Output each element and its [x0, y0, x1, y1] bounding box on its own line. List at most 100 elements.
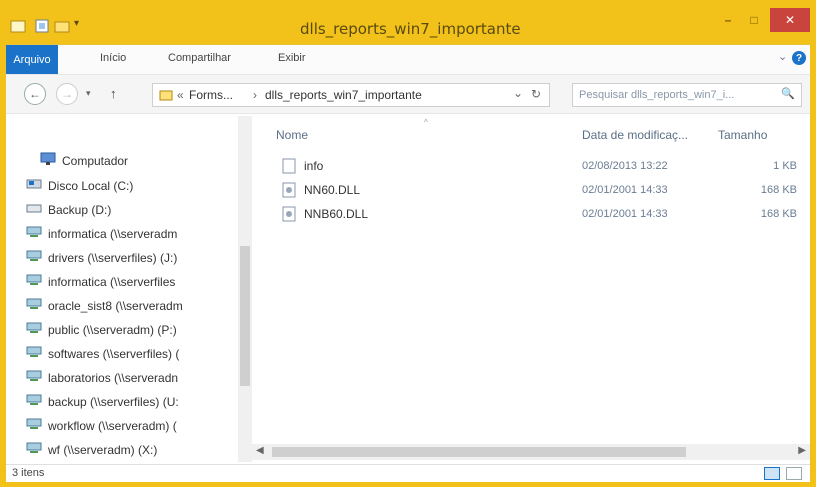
- tab-exibir[interactable]: Exibir: [278, 52, 306, 64]
- network-drive-icon: [26, 394, 42, 409]
- file-name: NNB60.DLL: [304, 207, 369, 221]
- dll-file-icon: [282, 206, 296, 225]
- back-button[interactable]: ←: [24, 83, 46, 105]
- file-name: info: [304, 159, 324, 173]
- file-row[interactable]: info 02/08/2013 13:22 1 KB: [282, 156, 797, 176]
- file-name: NN60.DLL: [304, 183, 361, 197]
- tree-item-label: workflow (\\serveradm) (: [48, 418, 177, 433]
- tree-item[interactable]: backup (\\serverfiles) (U:: [26, 394, 179, 409]
- tree-item-label: public (\\serveradm) (P:): [48, 322, 177, 337]
- new-folder-icon[interactable]: [54, 18, 70, 34]
- address-dropdown-icon[interactable]: ⌄: [513, 86, 523, 100]
- large-icons-view-icon[interactable]: [786, 467, 802, 480]
- folder-icon: [10, 18, 26, 34]
- tree-item-label: softwares (\\serverfiles) (: [48, 346, 180, 361]
- network-drive-icon: [26, 346, 42, 361]
- tree-item-label: informatica (\\serverfiles: [48, 274, 176, 289]
- tree-item[interactable]: informatica (\\serverfiles: [26, 274, 175, 289]
- drive-icon: [26, 202, 42, 217]
- nav-pane-vertical-scrollbar[interactable]: [238, 116, 252, 462]
- tab-arquivo[interactable]: Arquivo: [6, 45, 58, 75]
- network-drive-icon: [26, 370, 42, 385]
- computer-icon: [40, 152, 56, 169]
- file-row[interactable]: NNB60.DLL 02/01/2001 14:33 168 KB: [282, 204, 797, 225]
- address-bar[interactable]: « Forms... › dlls_reports_win7_important…: [152, 83, 550, 107]
- tree-item[interactable]: informatica (\\serveradm: [26, 226, 177, 241]
- breadcrumb-current[interactable]: dlls_reports_win7_importante: [265, 88, 422, 102]
- network-drive-icon: [26, 322, 42, 337]
- file-date: 02/08/2013 13:22: [582, 160, 668, 172]
- column-header-tamanho[interactable]: Tamanho: [718, 128, 767, 142]
- tree-item[interactable]: wf (\\serveradm) (X:): [26, 442, 157, 457]
- network-drive-icon: [26, 298, 42, 313]
- expand-ribbon-icon[interactable]: ⌄: [778, 50, 787, 63]
- network-drive-icon: [26, 274, 42, 289]
- sort-indicator-icon: ^: [424, 118, 428, 127]
- help-icon[interactable]: ?: [792, 51, 806, 65]
- navigation-pane: ▲ Computador Disco Local (C:)Backup (D:)…: [6, 114, 252, 464]
- file-size: 168 KB: [760, 184, 797, 196]
- tree-item-label: drivers (\\serverfiles) (J:): [48, 250, 178, 265]
- network-drive-icon: [26, 226, 42, 241]
- status-bar: 3 itens: [6, 464, 810, 482]
- file-list-pane: Nome ^ Data de modificaç... Tamanho info…: [252, 114, 810, 464]
- tab-compartilhar[interactable]: Compartilhar: [168, 52, 231, 64]
- network-drive-icon: [26, 442, 42, 457]
- file-row[interactable]: NN60.DLL 02/01/2001 14:33 168 KB: [282, 180, 797, 201]
- search-icon[interactable]: 🔍: [781, 87, 795, 100]
- window-title: dlls_reports_win7_importante: [300, 20, 521, 38]
- horizontal-scrollbar[interactable]: ◀ ▶: [252, 444, 810, 460]
- tree-item-label: Backup (D:): [48, 202, 112, 217]
- scroll-right-icon[interactable]: ▶: [798, 445, 806, 456]
- close-button[interactable]: ✕: [770, 8, 810, 32]
- tree-item-label: informatica (\\serveradm: [48, 226, 178, 241]
- maximize-button[interactable]: □: [742, 8, 766, 32]
- tree-item-computador[interactable]: Computador: [40, 152, 128, 169]
- properties-icon[interactable]: [34, 18, 50, 34]
- network-drive-icon: [26, 250, 42, 265]
- column-header-data[interactable]: Data de modificaç...: [582, 128, 688, 142]
- explorer-window: ▾ dlls_reports_win7_importante – □ ✕ Arq…: [0, 0, 816, 487]
- file-size: 168 KB: [760, 208, 797, 220]
- vertical-scroll-thumb[interactable]: [240, 246, 250, 386]
- file-date: 02/01/2001 14:33: [582, 208, 668, 220]
- tree-item-label: Computador: [62, 153, 129, 168]
- column-header-nome[interactable]: Nome: [276, 128, 308, 142]
- tree-item-label: wf (\\serveradm) (X:): [48, 442, 158, 457]
- path-overflow[interactable]: «: [177, 88, 184, 102]
- refresh-icon[interactable]: ↻: [531, 87, 541, 101]
- dll-file-icon: [282, 182, 296, 201]
- search-box[interactable]: Pesquisar dlls_reports_win7_i... 🔍: [572, 83, 802, 107]
- windows-drive-icon: [26, 178, 42, 193]
- network-drive-icon: [26, 418, 42, 433]
- scroll-left-icon[interactable]: ◀: [256, 445, 264, 456]
- forward-button[interactable]: →: [56, 83, 78, 105]
- ribbon-tab-bar: Arquivo Início Compartilhar Exibir ⌄ ?: [6, 44, 810, 75]
- address-toolbar: ← → ▾ ↑ « Forms... › dlls_reports_win7_i…: [6, 74, 810, 114]
- horizontal-scroll-thumb[interactable]: [272, 447, 686, 457]
- tree-item[interactable]: public (\\serveradm) (P:): [26, 322, 177, 337]
- minimize-button[interactable]: –: [716, 8, 740, 32]
- tree-item[interactable]: softwares (\\serverfiles) (: [26, 346, 179, 361]
- tree-item-label: oracle_sist8 (\\serveradm: [48, 298, 183, 313]
- quick-access-dropdown-icon[interactable]: ▾: [74, 18, 90, 34]
- tree-item[interactable]: drivers (\\serverfiles) (J:): [26, 250, 177, 265]
- search-input[interactable]: Pesquisar dlls_reports_win7_i...: [579, 89, 734, 101]
- tree-item[interactable]: oracle_sist8 (\\serveradm: [26, 298, 183, 313]
- folder-path-icon: [159, 88, 173, 105]
- title-bar: ▾ dlls_reports_win7_importante – □ ✕: [0, 0, 816, 44]
- tree-item-label: backup (\\serverfiles) (U:: [48, 394, 179, 409]
- tab-inicio[interactable]: Início: [100, 52, 126, 64]
- tree-item[interactable]: laboratorios (\\serveradn: [26, 370, 178, 385]
- tree-item[interactable]: workflow (\\serveradm) (: [26, 418, 177, 433]
- recent-locations-chevron-icon[interactable]: ▾: [86, 88, 91, 99]
- details-view-icon[interactable]: [764, 467, 780, 480]
- breadcrumb-separator[interactable]: ›: [253, 88, 257, 102]
- item-count: 3 itens: [12, 467, 45, 479]
- breadcrumb-forms[interactable]: Forms...: [189, 88, 233, 102]
- file-date: 02/01/2001 14:33: [582, 184, 668, 196]
- up-button[interactable]: ↑: [110, 86, 117, 101]
- tree-item[interactable]: Backup (D:): [26, 202, 111, 217]
- tree-item[interactable]: Disco Local (C:): [26, 178, 133, 193]
- file-size: 1 KB: [773, 160, 797, 172]
